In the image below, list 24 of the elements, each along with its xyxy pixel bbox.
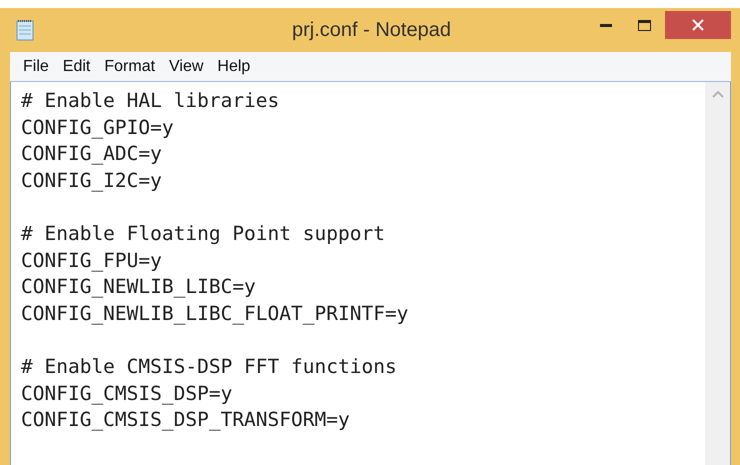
- minimize-icon: [600, 24, 612, 26]
- text-line: CONFIG_NEWLIB_LIBC_FLOAT_PRINTF=y: [21, 300, 408, 327]
- text-line: CONFIG_NEWLIB_LIBC=y: [21, 274, 256, 300]
- text-line: CONFIG_CMSIS_DSP=y: [21, 380, 232, 407]
- menu-item[interactable]: Help: [210, 54, 258, 78]
- text-line: CONFIG_GPIO=y: [21, 114, 174, 141]
- close-button[interactable]: [665, 11, 731, 39]
- menu-item[interactable]: File: [16, 54, 56, 78]
- text-line: CONFIG_I2C=y: [21, 168, 162, 194]
- editor-area[interactable]: [10, 82, 731, 465]
- menu-item[interactable]: Format: [97, 54, 162, 78]
- maximize-icon: [638, 20, 650, 30]
- notepad-icon: [16, 19, 34, 41]
- text-line: # Enable HAL libraries: [21, 88, 280, 114]
- text-line: CONFIG_CMSIS_DSP_TRANSFORM=y: [21, 407, 350, 434]
- text-line: # Enable Floating Point support: [21, 220, 385, 247]
- text-line: # Enable CMSIS-DSP FFT functions: [21, 354, 397, 380]
- close-icon: [692, 19, 704, 31]
- menu-item[interactable]: Edit: [56, 54, 98, 78]
- scrollbar[interactable]: [705, 82, 730, 465]
- window-title: prj.conf - Notepad: [291, 18, 452, 43]
- text-line: CONFIG_FPU=y: [21, 248, 162, 274]
- menu-item[interactable]: View: [162, 54, 210, 78]
- text-line: CONFIG_ADC=y: [21, 141, 162, 168]
